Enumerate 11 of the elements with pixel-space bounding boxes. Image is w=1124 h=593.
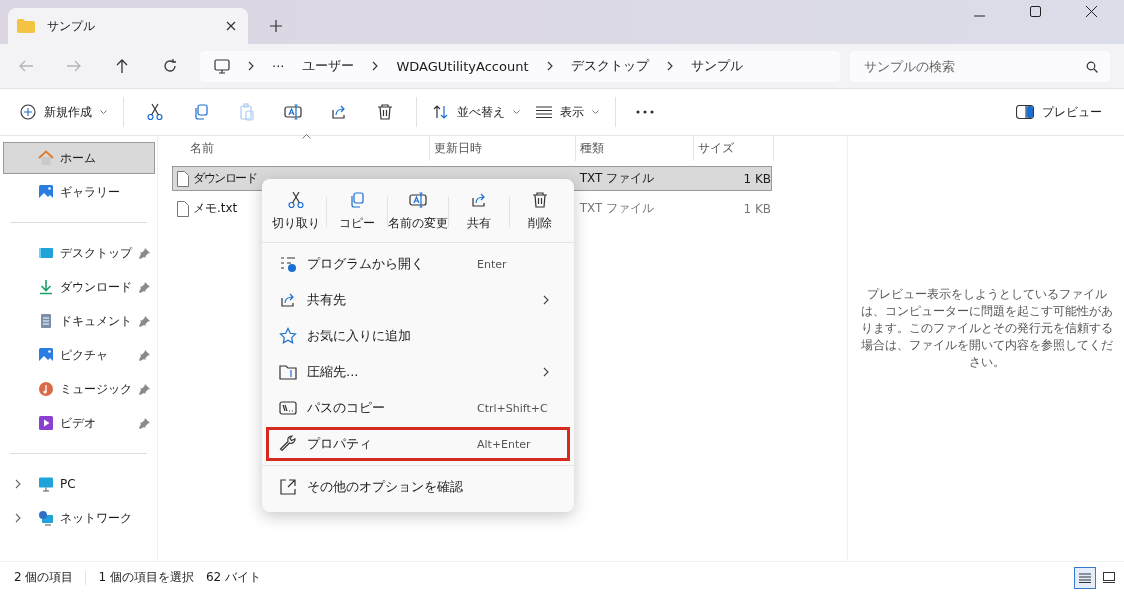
file-name: ダウンロード <box>193 170 256 187</box>
file-type: TXT ファイル <box>579 170 655 187</box>
selection-size: 62 バイト <box>205 569 261 586</box>
item-count: 2 個の項目 <box>14 569 74 586</box>
tab-title: サンプル <box>47 17 96 35</box>
preview-message: プレビュー表示をしようとしているファイルは、コンピューターに問題を起こす可能性があります。このファイルとその発行元を信頼する場合は、ファイルを開いて内容を参照してください。 <box>860 286 1114 371</box>
file-name: メモ.txt <box>193 200 238 217</box>
file-type: TXT ファイル <box>579 200 655 217</box>
selection-count: 1 個の項目を選択 <box>98 569 194 586</box>
file-size: 1 KB <box>743 171 771 186</box>
file-size: 1 KB <box>743 201 771 216</box>
